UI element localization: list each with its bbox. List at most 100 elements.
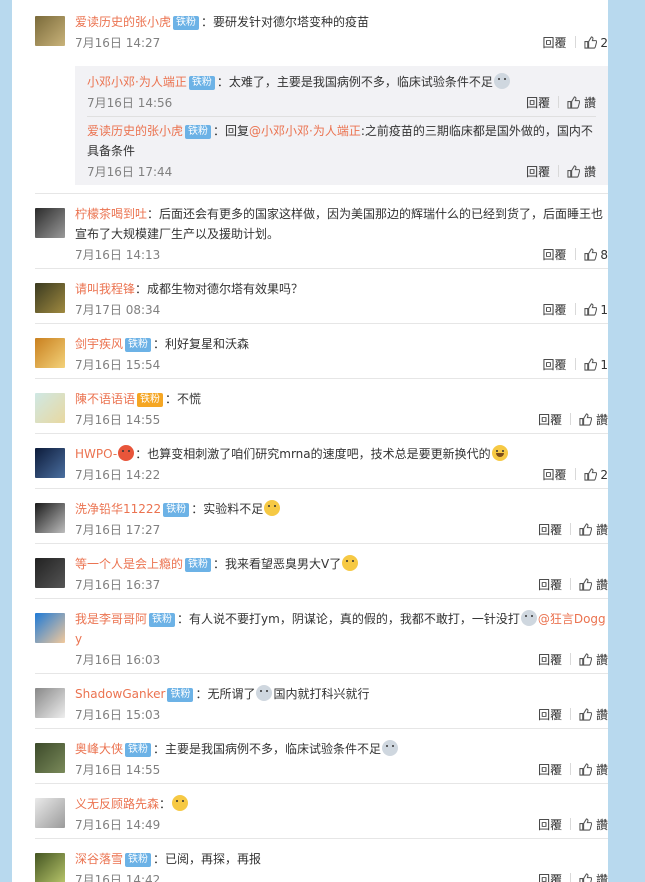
comment-text: 等一个人是会上瘾的 铁粉 ：我来看望恶臭男大V了 xyxy=(75,554,608,574)
username[interactable]: 陳不语语语 xyxy=(75,392,135,406)
reply-button[interactable]: 回覆 xyxy=(538,818,562,832)
reply-button[interactable]: 回覆 xyxy=(538,873,562,882)
like-button[interactable]: 8 xyxy=(583,248,608,262)
comment-text: 剑宇疾风 铁粉 ：利好复星和沃森 xyxy=(75,337,250,352)
mention-link[interactable]: @小邓小邓·为人端正 xyxy=(249,124,361,138)
reply-button[interactable]: 回覆 xyxy=(543,36,567,50)
fan-badge[interactable]: 铁粉 xyxy=(167,688,194,702)
avatar[interactable] xyxy=(35,853,65,882)
reply-button[interactable]: 回覆 xyxy=(538,653,562,667)
like-button[interactable]: 1 xyxy=(583,358,608,372)
fan-badge[interactable]: 铁粉 xyxy=(125,338,152,352)
comment-content: 主要是我国病例不多，临床试验条件不足 xyxy=(165,742,382,756)
username[interactable]: 等一个人是会上瘾的 xyxy=(75,557,183,571)
like-button[interactable]: 讚 xyxy=(579,523,608,537)
fan-badge[interactable]: 铁粉 xyxy=(188,76,215,90)
fan-badge[interactable]: 铁粉 xyxy=(185,558,212,572)
like-button[interactable]: 讚 xyxy=(567,96,596,110)
username[interactable]: 爱读历史的张小虎 xyxy=(87,124,183,138)
avatar[interactable] xyxy=(35,208,65,238)
thumbs-up-icon xyxy=(583,248,597,261)
reply-button[interactable]: 回覆 xyxy=(543,358,567,372)
avatar[interactable] xyxy=(35,448,65,478)
fan-badge[interactable]: 铁粉 xyxy=(173,16,200,30)
crying-emoji-icon xyxy=(256,685,273,701)
avatar[interactable] xyxy=(35,688,65,718)
like-button[interactable]: 讚 xyxy=(567,165,596,179)
like-count: 讚 xyxy=(595,413,608,427)
username[interactable]: 我是李哥哥阿 xyxy=(75,612,147,626)
comment-text: 陳不语语语 铁粉 ：不慌 xyxy=(75,392,202,407)
comment-meta: 7月16日 16:03 回覆 讚 xyxy=(75,649,608,673)
comment-content: 成都生物对德尔塔有效果吗？ xyxy=(147,282,304,296)
comment-text: HWPO- ：也算变相刺激了咱们研究mrna的速度吧，技术总是要更新换代的 xyxy=(75,444,608,464)
fan-badge[interactable]: 铁粉 xyxy=(125,743,152,757)
username[interactable]: 洗净铅华11222 xyxy=(75,502,161,516)
reply-button[interactable]: 回覆 xyxy=(526,96,550,110)
like-button[interactable]: 2 xyxy=(583,468,608,482)
like-button[interactable]: 讚 xyxy=(579,763,608,777)
like-count: 8 xyxy=(600,248,608,262)
avatar[interactable] xyxy=(35,283,65,313)
username[interactable]: 柠檬茶喝到吐 xyxy=(75,207,147,221)
avatar[interactable] xyxy=(35,338,65,368)
reply-button[interactable]: 回覆 xyxy=(543,468,567,482)
reply-item: 小邓小邓·为人端正 铁粉 ：太难了，主要是我国病例不多，临床试验条件不足 7月16日… xyxy=(87,68,596,117)
thumbs-up-icon xyxy=(579,653,593,666)
username[interactable]: 奥峰大侠 xyxy=(75,742,123,756)
like-count: 1 xyxy=(600,358,608,372)
fan-badge[interactable]: 铁粉 xyxy=(137,393,164,407)
fan-badge[interactable]: 铁粉 xyxy=(149,613,176,627)
comment-item: ShadowGanker 铁粉 ：无所谓了 国内就打科兴就行 7月16日 15:03 回覆… xyxy=(35,674,608,729)
avatar[interactable] xyxy=(35,558,65,588)
crying-emoji-icon xyxy=(520,610,537,626)
comment-meta: 7月16日 17:27 回覆 讚 xyxy=(75,519,608,543)
avatar[interactable] xyxy=(35,16,65,46)
comment-item: 剑宇疾风 铁粉 ：利好复星和沃森 7月16日 15:54 回覆 1 xyxy=(35,324,608,379)
reply-button[interactable]: 回覆 xyxy=(538,413,562,427)
thumbs-up-icon xyxy=(583,303,597,316)
fan-badge[interactable]: 铁粉 xyxy=(185,125,212,139)
timestamp: 7月16日 15:54 xyxy=(75,358,161,372)
reply-button[interactable]: 回覆 xyxy=(543,248,567,262)
thumbs-up-icon xyxy=(583,358,597,371)
username[interactable]: 爱读历史的张小虎 xyxy=(75,15,171,29)
avatar[interactable] xyxy=(35,743,65,773)
username[interactable]: 小邓小邓·为人端正 xyxy=(87,75,187,89)
comment-content: 有人说不要打ym，阴谋论，真的假的，我都不敢打，一针没打 xyxy=(189,612,520,626)
comment-item: HWPO- ：也算变相刺激了咱们研究mrna的速度吧，技术总是要更新换代的 7月16… xyxy=(35,434,608,489)
avatar[interactable] xyxy=(35,613,65,643)
username[interactable]: 请叫我程锋 xyxy=(75,282,135,296)
reply-button[interactable]: 回覆 xyxy=(538,578,562,592)
like-button[interactable]: 讚 xyxy=(579,413,608,427)
like-button[interactable]: 讚 xyxy=(579,873,608,882)
like-button[interactable]: 讚 xyxy=(579,818,608,832)
comment-item: 我是李哥哥阿 铁粉 ：有人说不要打ym，阴谋论，真的假的，我都不敢打，一针没打 @狂言… xyxy=(35,599,608,674)
avatar[interactable] xyxy=(35,393,65,423)
like-button[interactable]: 讚 xyxy=(579,578,608,592)
avatar[interactable] xyxy=(35,798,65,828)
reply-button[interactable]: 回覆 xyxy=(538,708,562,722)
reply-button[interactable]: 回覆 xyxy=(538,763,562,777)
reply-button[interactable]: 回覆 xyxy=(526,165,550,179)
fan-badge[interactable]: 铁粉 xyxy=(163,503,190,517)
like-count: 2 xyxy=(600,468,608,482)
timestamp: 7月17日 08:34 xyxy=(75,303,161,317)
reply-button[interactable]: 回覆 xyxy=(538,523,562,537)
username[interactable]: 剑宇疾风 xyxy=(75,337,123,351)
username[interactable]: 深谷落雪 xyxy=(75,852,123,866)
username[interactable]: 义无反顾路先森 xyxy=(75,797,159,811)
comment-content: 已阅，再探，再报 xyxy=(165,852,262,866)
comment-content: 也算变相刺激了咱们研究mrna的速度吧，技术总是要更新换代的 xyxy=(147,447,491,461)
like-button[interactable]: 1 xyxy=(583,303,608,317)
username[interactable]: ShadowGanker xyxy=(75,687,165,701)
like-button[interactable]: 讚 xyxy=(579,653,608,667)
avatar[interactable] xyxy=(35,503,65,533)
fan-badge[interactable]: 铁粉 xyxy=(125,853,152,867)
like-button[interactable]: 2 xyxy=(583,36,608,50)
comment-item: 爱读历史的张小虎 铁粉 ：要研发针对德尔塔变种的疫苗 7月16日 14:27 回覆 … xyxy=(35,0,608,194)
reply-button[interactable]: 回覆 xyxy=(543,303,567,317)
like-button[interactable]: 讚 xyxy=(579,708,608,722)
comment-item: 奥峰大侠 铁粉 ：主要是我国病例不多，临床试验条件不足 7月16日 14:55 回覆 讚 xyxy=(35,729,608,784)
username[interactable]: HWPO- xyxy=(75,447,117,461)
